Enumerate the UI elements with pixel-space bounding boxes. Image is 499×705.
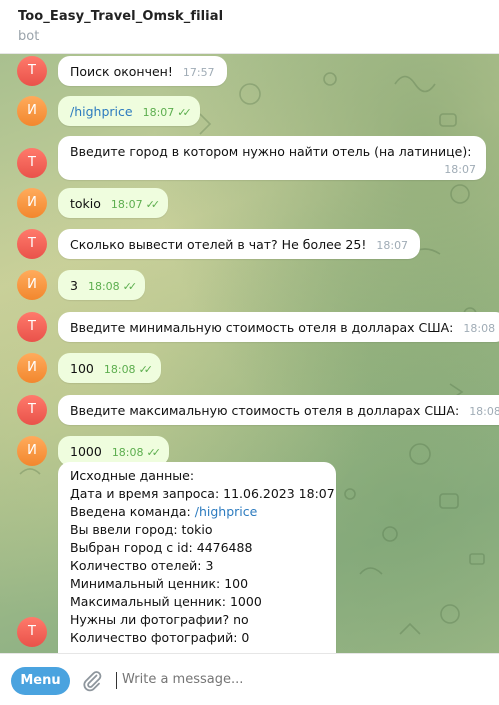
paperclip-icon[interactable] bbox=[80, 669, 104, 693]
message-bubble[interactable]: 100 18:08 ✓✓ bbox=[58, 353, 161, 383]
summary-message[interactable]: Исходные данные: Дата и время запроса: 1… bbox=[58, 462, 336, 653]
message-text: Сколько вывести отелей в чат? Не более 2… bbox=[70, 237, 367, 252]
summary-photo-count: Количество фотографий: 0 bbox=[70, 630, 250, 645]
summary-hotel-count: Количество отелей: 3 bbox=[70, 558, 214, 573]
message-bubble[interactable]: Введите максимальную стоимость отеля в д… bbox=[58, 395, 499, 425]
summary-min-price: Минимальный ценник: 100 bbox=[70, 576, 249, 591]
message-text: Введите минимальную стоимость отеля в до… bbox=[70, 320, 454, 335]
double-check-icon: ✓✓ bbox=[122, 280, 138, 293]
message-bubble[interactable]: Сколько вывести отелей в чат? Не более 2… bbox=[58, 229, 421, 259]
user-avatar[interactable]: И bbox=[17, 436, 47, 466]
bot-avatar[interactable]: Т bbox=[17, 312, 47, 342]
message-time: 18:07 bbox=[110, 198, 143, 211]
message-text: Введите город в котором нужно найти отел… bbox=[70, 144, 472, 159]
message-text: Введите максимальную стоимость отеля в д… bbox=[70, 403, 460, 418]
message-bubble[interactable]: /highprice 18:07 ✓✓ bbox=[58, 96, 200, 126]
user-avatar[interactable]: И bbox=[17, 353, 47, 383]
text-cursor bbox=[116, 672, 117, 689]
message-time: 18:08 bbox=[87, 280, 120, 293]
message-text: 3 bbox=[70, 278, 78, 293]
menu-button[interactable]: Menu bbox=[11, 667, 70, 695]
message-text: 1000 bbox=[70, 444, 102, 459]
summary-command-label: Введена команда: bbox=[70, 504, 195, 519]
chat-subtitle: bot bbox=[18, 29, 40, 44]
summary-heading: Исходные данные: bbox=[70, 468, 195, 483]
summary-photos-needed: Нужны ли фотографии? no bbox=[70, 612, 249, 627]
message-composer: Menu bbox=[0, 653, 499, 705]
message-text: tokio bbox=[70, 196, 101, 211]
double-check-icon: ✓✓ bbox=[177, 106, 192, 119]
chat-header[interactable]: Too_Easy_Travel_Omsk_filial bot bbox=[0, 0, 499, 54]
message-time: 18:07 bbox=[142, 106, 175, 119]
summary-city-id: Выбран город с id: 4476488 bbox=[70, 540, 253, 555]
message-time: 17:57 bbox=[182, 66, 215, 79]
message-bubble[interactable]: Введите минимальную стоимость отеля в до… bbox=[58, 312, 499, 342]
bot-avatar[interactable]: Т bbox=[17, 395, 47, 425]
message-time: 18:07 bbox=[376, 239, 409, 252]
message-bubble[interactable]: tokio 18:07 ✓✓ bbox=[58, 188, 169, 218]
message-time: 18:08 bbox=[463, 322, 496, 335]
command-link[interactable]: /highprice bbox=[70, 104, 133, 119]
bot-avatar[interactable]: Т bbox=[17, 229, 47, 259]
message-time: 18:08 bbox=[469, 405, 499, 418]
message-input[interactable] bbox=[122, 672, 482, 687]
message-text: Поиск окончен! bbox=[70, 64, 173, 79]
double-check-icon: ✓✓ bbox=[146, 446, 162, 459]
double-check-icon: ✓✓ bbox=[145, 198, 161, 211]
bot-avatar[interactable]: Т bbox=[17, 617, 47, 647]
chat-title[interactable]: Too_Easy_Travel_Omsk_filial bbox=[18, 9, 223, 24]
summary-command-line: Введена команда: /highprice bbox=[70, 503, 324, 521]
command-link[interactable]: /highprice bbox=[195, 504, 258, 519]
message-time: 18:08 bbox=[111, 446, 144, 459]
double-check-icon: ✓✓ bbox=[138, 363, 154, 376]
summary-city: Вы ввели город: tokio bbox=[70, 522, 213, 537]
bot-avatar[interactable]: Т bbox=[17, 56, 47, 86]
message-bubble[interactable]: Поиск окончен! 17:57 bbox=[58, 56, 227, 86]
user-avatar[interactable]: И bbox=[17, 96, 47, 126]
summary-max-price: Максимальный ценник: 1000 bbox=[70, 594, 262, 609]
message-text: 100 bbox=[70, 361, 94, 376]
message-time: 18:08 bbox=[103, 363, 136, 376]
user-avatar[interactable]: И bbox=[17, 270, 47, 300]
message-bubble[interactable]: 3 18:08 ✓✓ bbox=[58, 270, 146, 300]
message-time: 18:07 bbox=[444, 163, 476, 176]
message-bubble[interactable]: Введите город в котором нужно найти отел… bbox=[58, 136, 486, 180]
summary-request-datetime: Дата и время запроса: 11.06.2023 18:07:3… bbox=[70, 486, 336, 501]
bot-avatar[interactable]: Т bbox=[17, 148, 47, 178]
user-avatar[interactable]: И bbox=[17, 188, 47, 218]
chat-area[interactable]: Т Поиск окончен! 17:57 И /highprice 18:07 ✓… bbox=[0, 54, 499, 653]
